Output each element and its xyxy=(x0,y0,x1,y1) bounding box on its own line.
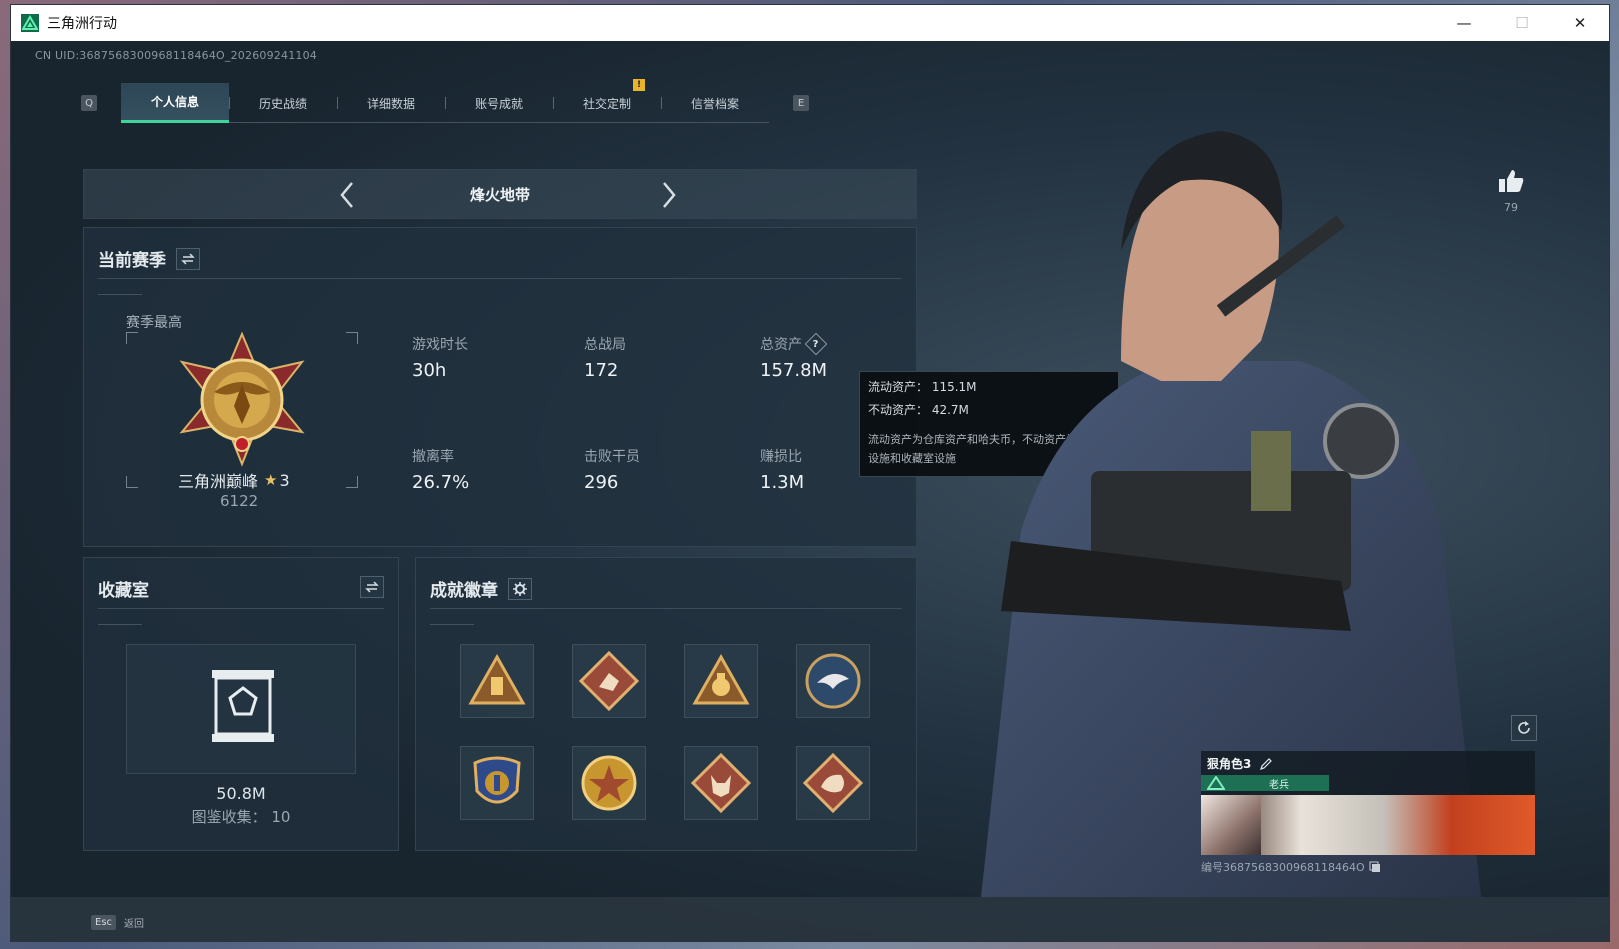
refresh-button[interactable] xyxy=(1511,715,1537,741)
back-label: 返回 xyxy=(124,919,145,930)
tab-credit-record[interactable]: 信誉档案 xyxy=(661,83,769,123)
badges-panel-title: 成就徽章 xyxy=(430,581,498,601)
bottom-bar: Esc 返回 xyxy=(11,897,1609,941)
season-switch-button[interactable] xyxy=(176,247,200,270)
stat-extraction-rate: 撤离率 26.7% xyxy=(412,449,470,493)
collection-switch-button[interactable] xyxy=(360,576,384,598)
refresh-icon xyxy=(1518,721,1530,734)
stat-total-assets: 总资产 ? 157.8M xyxy=(760,332,828,381)
achievement-badges-panel: 成就徽章 xyxy=(415,557,917,851)
current-season-panel: 当前赛季 赛季最高 三角洲巅峰 ★ 3 6122 游戏时长 30h 总战局 17… xyxy=(83,227,917,547)
star-medal-badge-icon[interactable] xyxy=(572,746,646,820)
tab-detailed-data[interactable]: 详细数据 xyxy=(337,83,445,123)
player-id: 编号3687568300968118464O xyxy=(1201,861,1365,874)
back-button[interactable]: Esc 返回 xyxy=(91,915,144,930)
thumbs-up-icon xyxy=(1499,170,1524,192)
stat-kills: 击败干员 296 xyxy=(584,449,640,493)
player-id-row: 编号3687568300968118464O xyxy=(1201,859,1381,875)
moneybag-triangle-badge-icon[interactable] xyxy=(684,644,758,718)
stat-profit-ratio: 赚损比 1.3M xyxy=(760,449,805,493)
notification-badge: ! xyxy=(633,79,645,91)
display-case-icon xyxy=(212,670,274,742)
star-icon: ★ xyxy=(264,471,278,489)
mode-next-button[interactable] xyxy=(654,180,684,210)
rank-emblem-icon xyxy=(179,332,305,467)
runner-diamond-badge-icon[interactable] xyxy=(572,644,646,718)
badge-grid xyxy=(460,644,870,820)
esc-key-hint: Esc xyxy=(91,915,117,930)
tab-history[interactable]: 历史战绩 xyxy=(229,83,337,123)
player-name: 狠角色3 xyxy=(1207,757,1252,771)
badges-settings-button[interactable] xyxy=(508,577,532,600)
game-window: 三角洲行动 — ☐ ✕ CN UID:3687568300968118464O_… xyxy=(10,4,1610,942)
player-namecard[interactable]: 狠角色3 老兵 xyxy=(1201,751,1535,855)
rank-frame xyxy=(126,332,358,488)
title-bar: 三角洲行动 — ☐ ✕ xyxy=(11,5,1609,41)
gear-icon xyxy=(513,581,527,596)
game-viewport: CN UID:3687568300968118464O_202609241104… xyxy=(11,41,1609,941)
rank-points: 6122 xyxy=(220,492,259,510)
prev-tab-key-hint[interactable]: Q xyxy=(81,95,97,111)
app-logo-icon xyxy=(21,14,39,32)
dragon-diamond-badge-icon[interactable] xyxy=(796,746,870,820)
collection-panel-title: 收藏室 xyxy=(98,581,149,601)
maximize-button[interactable]: ☐ xyxy=(1493,5,1551,41)
collection-value: 50.8M xyxy=(216,784,266,803)
police-shield-badge-icon[interactable] xyxy=(460,746,534,820)
swap-icon xyxy=(365,581,379,593)
tab-personal-info[interactable]: 个人信息 xyxy=(121,83,229,123)
edit-icon[interactable] xyxy=(1259,757,1273,771)
mode-prev-button[interactable] xyxy=(332,180,362,210)
close-button[interactable]: ✕ xyxy=(1551,5,1609,41)
mode-title: 烽火地带 xyxy=(469,185,530,204)
chevron-left-icon xyxy=(340,182,353,208)
rank-star-count: 3 xyxy=(279,470,290,490)
like-widget[interactable]: 79 xyxy=(1491,169,1531,214)
help-icon[interactable]: ? xyxy=(804,332,828,356)
copy-icon[interactable] xyxy=(1369,861,1381,873)
avatar xyxy=(1201,795,1261,855)
collection-room-panel: 收藏室 50.8M 图鉴收集： 10 xyxy=(83,557,399,851)
uid-text: CN UID:3687568300968118464O_202609241104 xyxy=(35,49,317,62)
collection-count: 图鉴收集： 10 xyxy=(191,808,291,826)
tab-bar: Q 个人信息 历史战绩 详细数据 账号成就 社交定制 信誉档案 E ! xyxy=(81,79,809,123)
chevron-right-icon xyxy=(663,182,676,208)
stat-playtime: 游戏时长 30h xyxy=(412,337,468,381)
next-tab-key-hint[interactable]: E xyxy=(793,95,809,111)
wolf-diamond-badge-icon[interactable] xyxy=(684,746,758,820)
like-count: 79 xyxy=(1504,201,1518,214)
swap-icon xyxy=(181,252,195,265)
minimize-button[interactable]: — xyxy=(1435,5,1493,41)
player-rank-title: 老兵 xyxy=(1269,779,1289,791)
stat-total-matches: 总战局 172 xyxy=(584,337,626,381)
rank-triangle-icon xyxy=(1207,776,1225,790)
namecard-banner-image xyxy=(1201,795,1535,855)
window-title: 三角洲行动 xyxy=(47,16,117,32)
season-best-label: 赛季最高 xyxy=(126,315,182,331)
tab-achievements[interactable]: 账号成就 xyxy=(445,83,553,123)
triangle-vault-badge-icon[interactable] xyxy=(460,644,534,718)
eagle-round-badge-icon[interactable] xyxy=(796,644,870,718)
mode-selector: 烽火地带 xyxy=(83,169,917,219)
rank-name: 三角洲巅峰 ★ 3 xyxy=(178,470,290,492)
season-panel-title: 当前赛季 xyxy=(98,251,166,271)
